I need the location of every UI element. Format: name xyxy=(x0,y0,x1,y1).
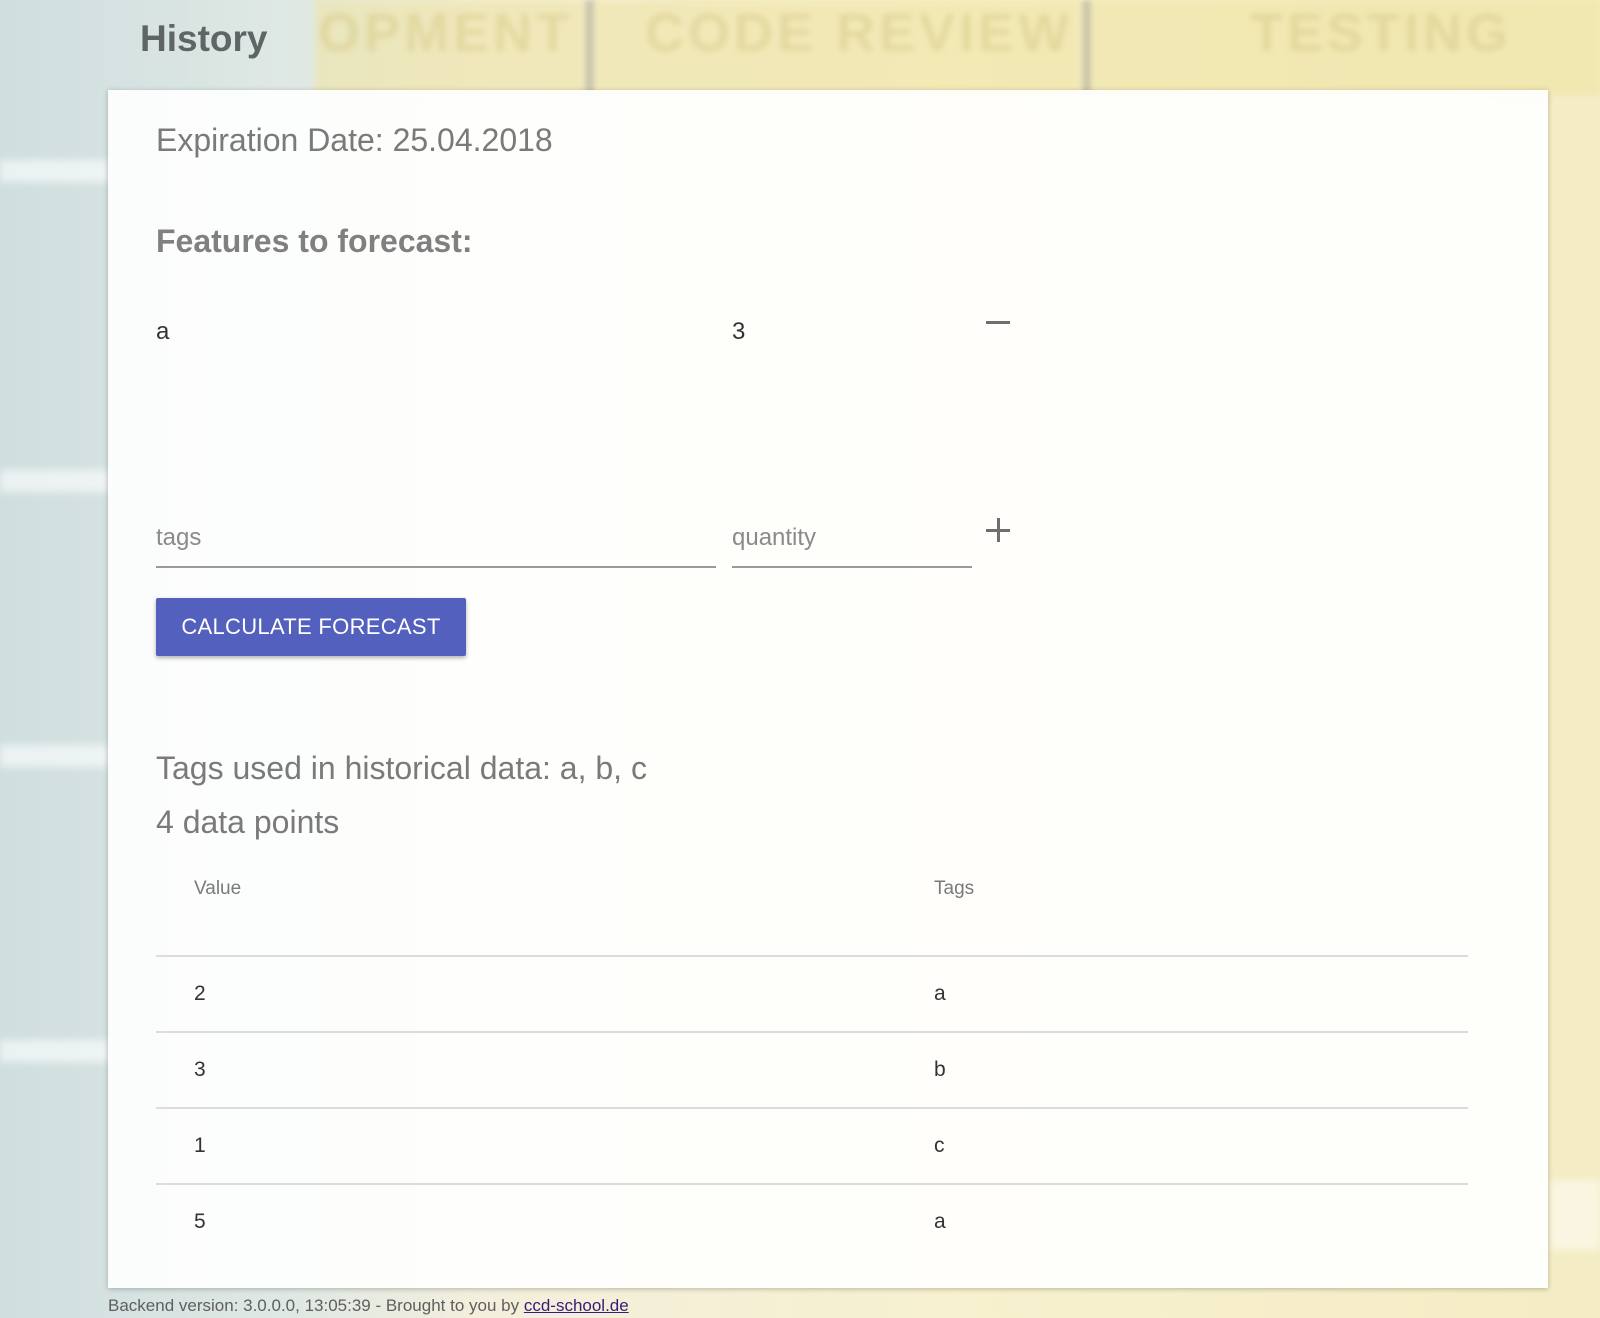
remove-feature-button[interactable] xyxy=(978,308,1018,348)
cell-tags: c xyxy=(934,1108,1468,1185)
plus-icon-vertical xyxy=(996,518,1000,542)
tags-input[interactable] xyxy=(156,510,716,568)
new-feature-row xyxy=(156,510,1036,570)
cell-tags: a xyxy=(934,956,1468,1033)
page-title: History xyxy=(140,18,268,59)
table-row: 5 a xyxy=(156,1184,1468,1259)
add-feature-button[interactable] xyxy=(978,510,1018,550)
footer-link[interactable]: ccd-school.de xyxy=(524,1296,629,1315)
table-row: 3 b xyxy=(156,1032,1468,1109)
column-header-tags: Tags xyxy=(934,878,1468,957)
table-header-row: Value Tags xyxy=(156,878,1468,957)
history-table: Value Tags 2 a 3 b 1 c 5 a xyxy=(156,878,1468,1259)
feature-tag-value: a xyxy=(156,318,170,345)
cell-value: 3 xyxy=(156,1032,934,1109)
data-points-count: 4 data points xyxy=(156,804,340,840)
cell-tags: b xyxy=(934,1032,1468,1109)
table-row: 1 c xyxy=(156,1108,1468,1185)
feature-row: a 3 xyxy=(156,318,1016,368)
expiration-date: Expiration Date: 25.04.2018 xyxy=(156,122,553,158)
quantity-input[interactable] xyxy=(732,510,972,568)
tags-summary: Tags used in historical data: a, b, c xyxy=(156,750,647,786)
cell-value: 1 xyxy=(156,1108,934,1185)
column-header-value: Value xyxy=(156,878,934,957)
calculate-forecast-button[interactable]: CALCULATE FORECAST xyxy=(156,598,466,656)
cell-value: 2 xyxy=(156,956,934,1033)
footer-text: Backend version: 3.0.0.0, 13:05:39 - Bro… xyxy=(108,1296,524,1315)
features-heading: Features to forecast: xyxy=(156,223,473,259)
minus-icon xyxy=(986,321,1010,324)
feature-quantity-value: 3 xyxy=(732,318,746,345)
cell-value: 5 xyxy=(194,1210,206,1233)
footer: Backend version: 3.0.0.0, 13:05:39 - Bro… xyxy=(108,1296,629,1316)
cell-tags: a xyxy=(934,1210,946,1233)
table-row: 2 a xyxy=(156,956,1468,1033)
forecast-card: Expiration Date: 25.04.2018 Features to … xyxy=(108,90,1548,1288)
